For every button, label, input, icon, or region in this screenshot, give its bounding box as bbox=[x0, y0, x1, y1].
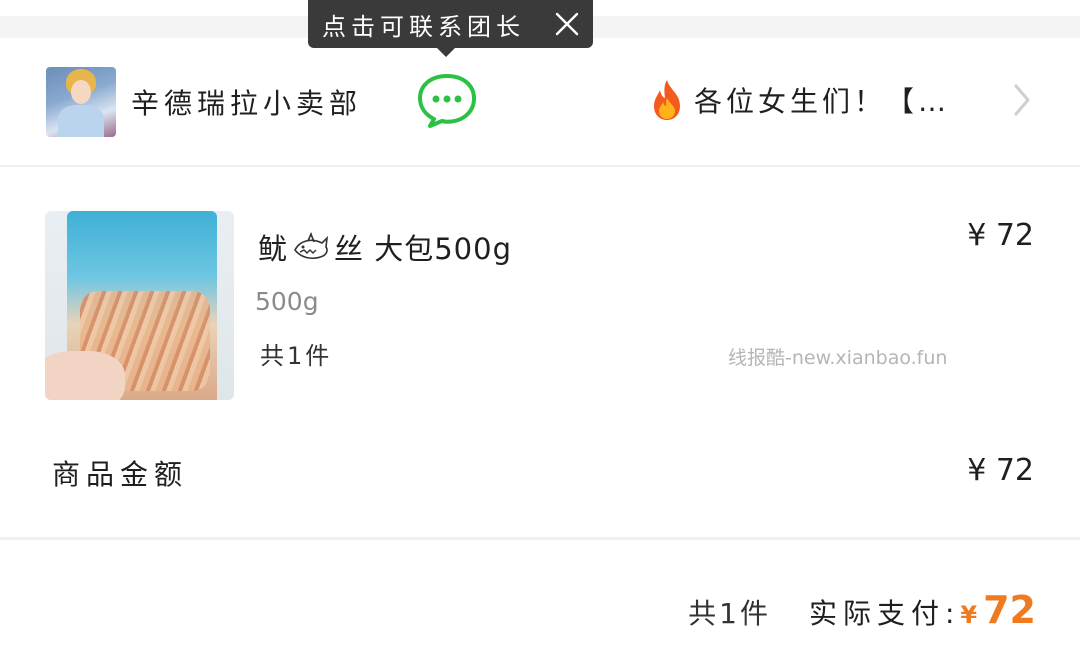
payment-currency: ¥ bbox=[960, 601, 978, 629]
fire-icon bbox=[654, 80, 680, 120]
goods-amount-value: ¥ 72 bbox=[967, 453, 1034, 488]
shop-row[interactable]: 辛德瑞拉小卖部 各位女生们！【… bbox=[0, 38, 1080, 165]
divider bbox=[0, 537, 1080, 540]
total-quantity: 共1件 bbox=[688, 597, 771, 630]
avatar-face bbox=[71, 80, 91, 104]
product-spec: 500g bbox=[255, 287, 319, 316]
product-price: ¥ 72 bbox=[967, 218, 1034, 253]
divider bbox=[0, 165, 1080, 167]
shark-icon bbox=[294, 232, 329, 260]
goods-amount-label: 商品金额 bbox=[52, 458, 189, 491]
chat-icon[interactable] bbox=[416, 72, 478, 128]
notice-text: 各位女生们！【… bbox=[694, 85, 951, 118]
chevron-right-icon[interactable] bbox=[1008, 80, 1036, 120]
avatar-dress bbox=[58, 105, 104, 137]
product-hand bbox=[45, 351, 125, 400]
product-quantity: 共1件 bbox=[260, 342, 333, 370]
watermark: 线报酷-new.xianbao.fun bbox=[728, 347, 948, 369]
product-title[interactable]: 鱿 丝 大包500g bbox=[258, 226, 512, 268]
close-icon[interactable] bbox=[553, 10, 581, 38]
tooltip-text: 点击可联系团长 bbox=[322, 12, 525, 41]
product-title-part1: 鱿 bbox=[258, 232, 289, 266]
shop-name[interactable]: 辛德瑞拉小卖部 bbox=[131, 82, 362, 122]
actual-payment-value: 72 bbox=[983, 588, 1036, 632]
product-title-part2: 丝 大包500g bbox=[334, 232, 512, 266]
shop-avatar[interactable] bbox=[46, 67, 116, 137]
shop-notice[interactable]: 各位女生们！【… bbox=[648, 78, 950, 122]
payment-summary: 共1件 实际支付: ¥ 72 bbox=[688, 588, 1036, 632]
product-image[interactable] bbox=[45, 211, 234, 400]
actual-payment-label: 实际支付: bbox=[808, 597, 961, 630]
